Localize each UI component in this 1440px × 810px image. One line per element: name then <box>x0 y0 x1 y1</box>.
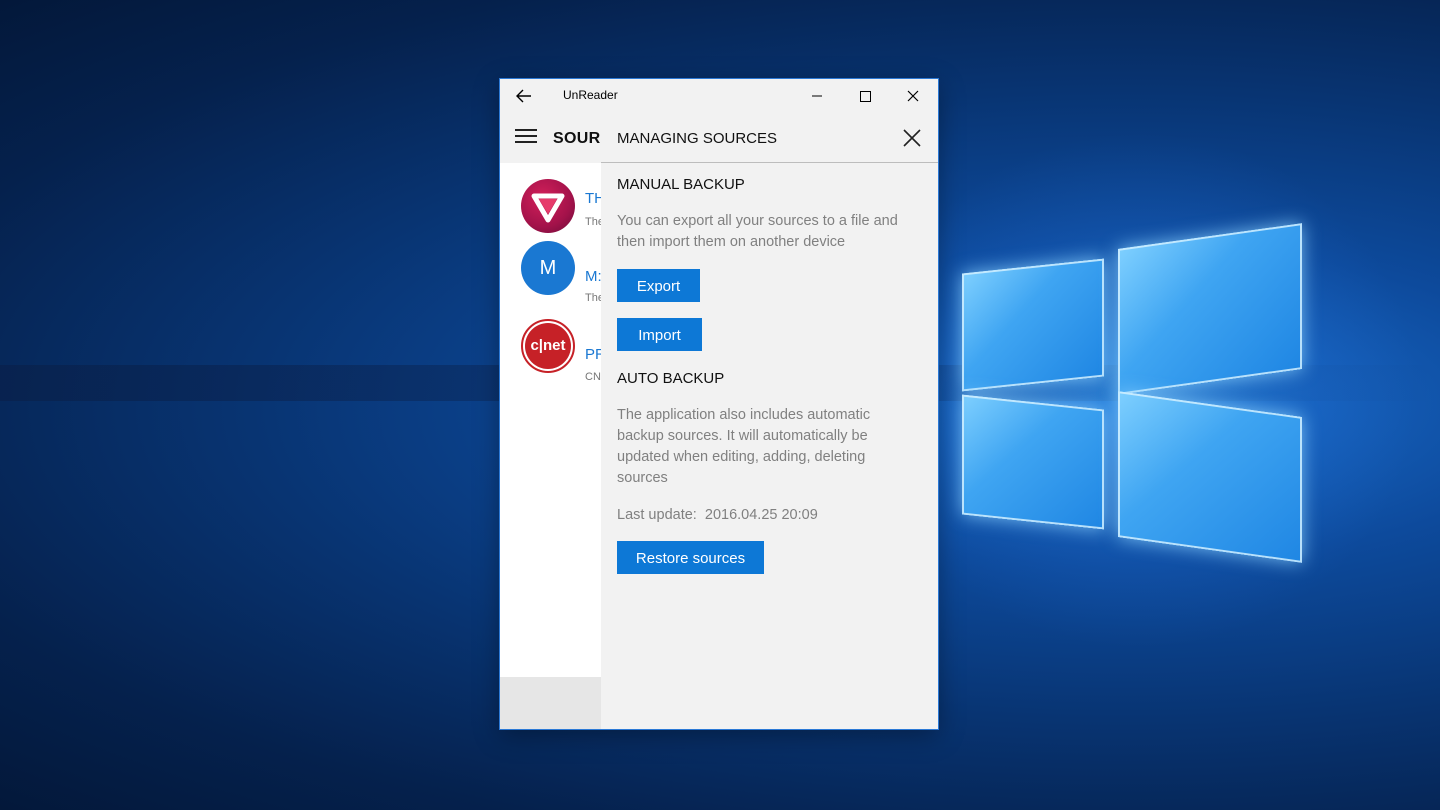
close-icon <box>907 90 919 102</box>
panel-header: MANAGING SOURCES <box>601 112 938 163</box>
import-button[interactable]: Import <box>617 318 702 351</box>
restore-sources-button[interactable]: Restore sources <box>617 541 764 574</box>
verge-logo-icon <box>531 193 565 223</box>
managing-sources-panel: MANAGING SOURCES MANUAL BACKUP You can e… <box>601 112 938 729</box>
cnet-logo-avatar: c|net <box>521 319 575 373</box>
windows-logo-pane-tl <box>962 258 1104 392</box>
windows-logo-pane-br <box>1118 391 1302 563</box>
last-update-label: Last update: <box>617 507 697 523</box>
minimize-icon <box>812 95 822 97</box>
arrow-left-icon <box>516 89 531 103</box>
back-button[interactable] <box>510 83 538 109</box>
close-icon <box>903 129 921 147</box>
manual-backup-description: You can export all your sources to a fil… <box>617 213 898 250</box>
minimize-button[interactable] <box>793 79 841 112</box>
maximize-icon <box>859 90 871 102</box>
auto-backup-description: The application also includes automatic … <box>617 407 871 486</box>
windows-logo-pane-bl <box>962 394 1104 530</box>
export-button[interactable]: Export <box>617 269 700 302</box>
maximize-button[interactable] <box>841 79 889 112</box>
last-update: Last update: 2016.04.25 20:09 <box>617 507 818 523</box>
manual-backup-title: MANUAL BACKUP <box>617 176 745 193</box>
panel-close-button[interactable] <box>900 126 924 150</box>
last-update-value: 2016.04.25 20:09 <box>704 507 818 523</box>
hamburger-icon[interactable] <box>515 129 537 143</box>
avatar: M <box>521 241 575 295</box>
window-close-button[interactable] <box>889 79 937 112</box>
source-title: M: <box>585 268 602 285</box>
cnet-logo-text: c|net <box>525 323 571 369</box>
windows-logo <box>958 218 1304 563</box>
windows-logo-pane-tr <box>1118 223 1302 395</box>
verge-logo-avatar <box>521 179 575 233</box>
app-window: UnReader SOURC TH The M M: The c|net PR … <box>500 79 938 729</box>
source-subtitle: CN <box>585 371 601 383</box>
panel-title: MANAGING SOURCES <box>617 130 778 147</box>
title-bar: UnReader <box>500 79 938 112</box>
auto-backup-title: AUTO BACKUP <box>617 370 725 387</box>
app-title: UnReader <box>563 88 618 102</box>
